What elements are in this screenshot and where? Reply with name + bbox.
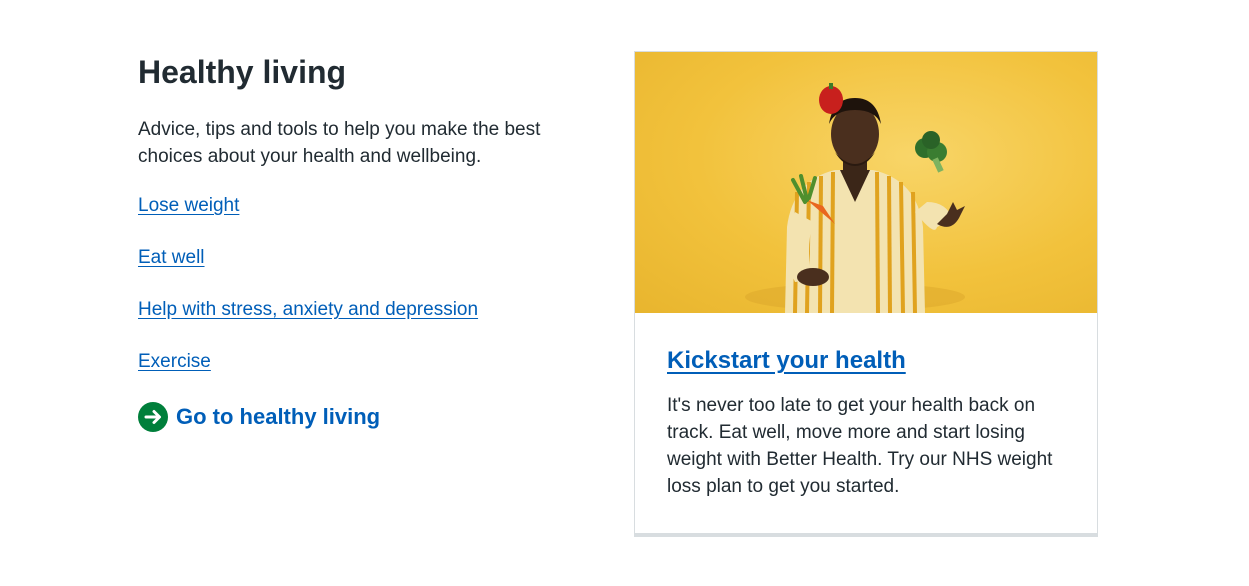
section-intro: Advice, tips and tools to help you make … (138, 119, 541, 167)
lose-weight-link[interactable]: Lose weight (138, 195, 239, 216)
arrow-right-circle-icon (138, 402, 168, 432)
section-title: Healthy living (138, 54, 347, 90)
stress-anxiety-depression-link[interactable]: Help with stress, anxiety and depression (138, 299, 478, 320)
man-juggling-vegetables-image (635, 52, 1097, 313)
list-item: Eat well (138, 246, 598, 271)
card-heading: Kickstart your health (667, 346, 1065, 376)
go-to-healthy-living-link[interactable]: Go to healthy living (138, 402, 598, 432)
exercise-link[interactable]: Exercise (138, 351, 211, 372)
healthy-living-section: Healthy living Advice, tips and tools to… (138, 52, 598, 432)
card-illustration (745, 83, 965, 313)
kickstart-promo-card: Kickstart your health It's never too lat… (634, 51, 1098, 537)
list-item: Exercise (138, 350, 598, 375)
healthy-living-link-list: Lose weight Eat well Help with stress, a… (138, 194, 598, 375)
list-item: Lose weight (138, 194, 598, 219)
kickstart-your-health-link[interactable]: Kickstart your health (667, 347, 906, 374)
eat-well-link[interactable]: Eat well (138, 247, 205, 268)
card-body: Kickstart your health It's never too lat… (635, 313, 1097, 500)
action-link-label: Go to healthy living (176, 404, 381, 429)
card-description: It's never too late to get your health b… (667, 395, 1053, 497)
list-item: Help with stress, anxiety and depression (138, 298, 598, 323)
